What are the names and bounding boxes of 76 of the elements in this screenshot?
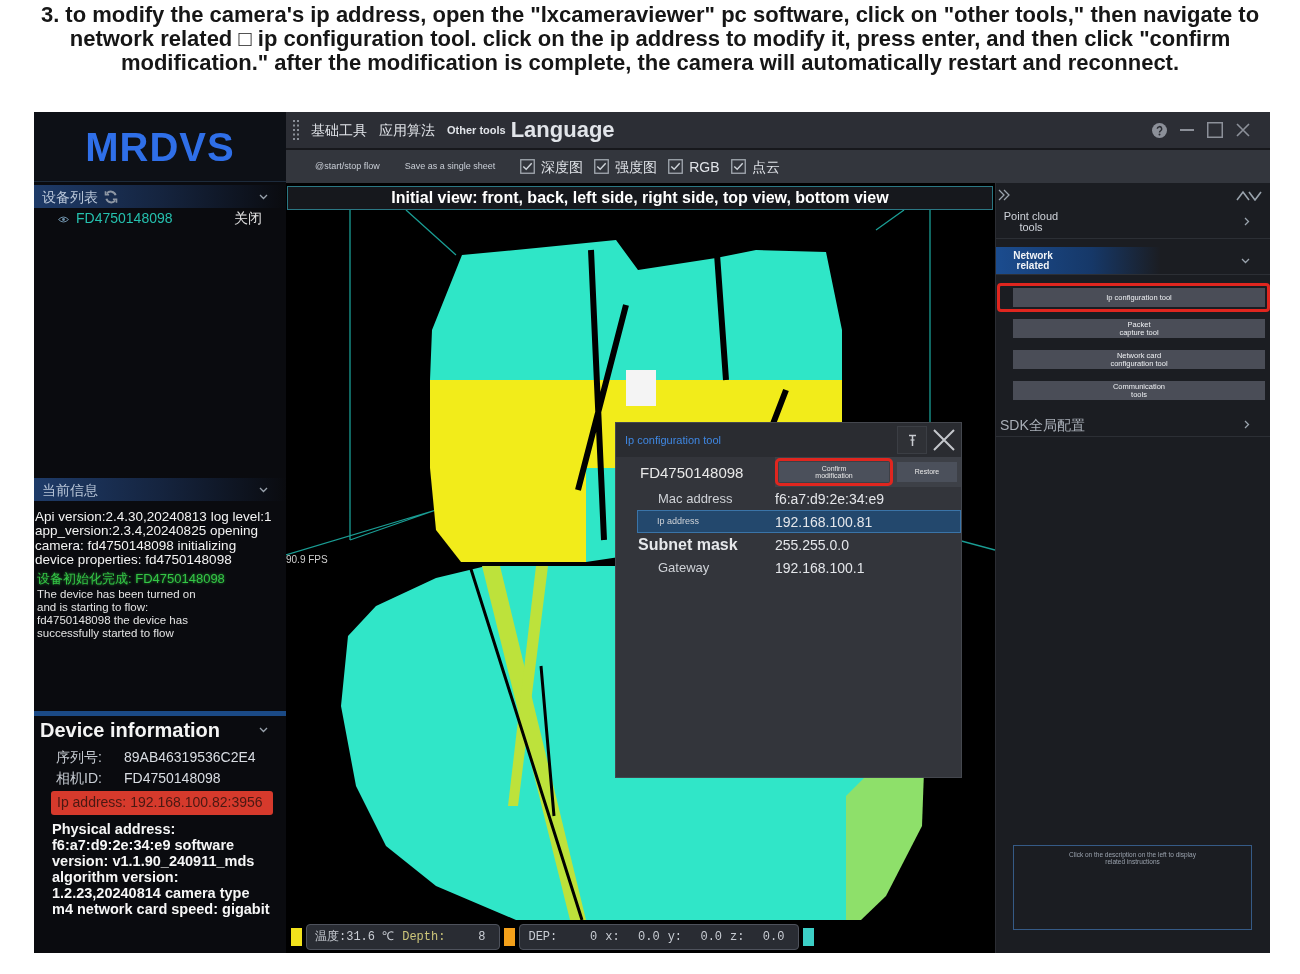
field-value: 89AB46319536C2E4 <box>124 749 256 766</box>
field-value: 192.168.100.82:3956 <box>130 795 263 811</box>
checkbox[interactable] <box>730 159 746 174</box>
up-down-chevron-icon[interactable] <box>1236 189 1262 201</box>
readout-value: 8 <box>477 930 486 943</box>
log-text: The device has been turned on and is starting to flow: fd4750148098 the device has successfully started to flow <box>37 587 197 640</box>
chevron-right-icon[interactable] <box>1244 217 1250 226</box>
table-row[interactable]: Ip address 192.168.100.81 <box>637 510 961 533</box>
field-label: Subnet mask <box>638 536 739 553</box>
dialog-title: Ip configuration tool <box>625 434 721 446</box>
checkbox[interactable] <box>668 159 684 174</box>
device-serial[interactable]: FD4750148098 <box>76 211 173 227</box>
double-chevron-icon[interactable] <box>998 189 1011 201</box>
readout-value: 0 <box>589 930 598 943</box>
device-details-text: Physical address: f6:a7:d9:2e:34:e9 software version: v1.1.90_240911_mds algorithm version: 1.2.23,20240814 camera type m4 network card speed: gigabit <box>52 821 271 917</box>
refresh-icon[interactable] <box>104 189 118 204</box>
readout-label: y: <box>667 930 683 943</box>
help-icon[interactable] <box>1152 122 1167 138</box>
grip-icon[interactable] <box>293 120 299 140</box>
pin-icon[interactable] <box>907 433 917 447</box>
checkbox-label[interactable]: 强度图 <box>615 159 658 174</box>
field-label: Ip address: <box>57 795 127 811</box>
table-row[interactable]: Gateway 192.168.100.1 <box>637 556 961 579</box>
field-value: FD4750148098 <box>124 770 221 787</box>
field-label: 相机ID: <box>56 770 103 787</box>
pin-button[interactable] <box>897 426 927 454</box>
readout-label: z: <box>730 930 745 943</box>
toolbar-button[interactable]: @start/stop flow <box>315 162 380 171</box>
close-icon[interactable] <box>1236 123 1250 137</box>
view-title-bar: Initial view: front, back, left side, right side, top view, bottom view <box>287 186 993 210</box>
menu-item[interactable]: Language <box>510 119 615 141</box>
menu-item[interactable]: 基础工具 <box>311 123 367 137</box>
table-row[interactable]: Mac address f6:a7:d9:2e:34:e9 <box>637 487 961 510</box>
field-label: 序列号: <box>56 749 103 766</box>
field-value: f6:a7:d9:2e:34:e9 <box>775 491 884 506</box>
chevron-down-icon[interactable] <box>259 486 268 493</box>
readout-value: 31.6 ℃ <box>346 930 395 943</box>
chevron-right-icon[interactable] <box>1244 420 1250 429</box>
field-label: Gateway <box>657 561 711 574</box>
readout-value: 0.0 <box>637 930 660 943</box>
menu-item[interactable]: Other tools <box>447 124 506 136</box>
checkbox-label[interactable]: 点云 <box>751 159 780 174</box>
checkbox[interactable] <box>594 159 610 174</box>
field-value: 255.255.0.0 <box>775 537 849 552</box>
field-value: 192.168.100.1 <box>775 560 865 575</box>
logo: MRDVS <box>85 126 235 167</box>
menu-item[interactable]: 应用算法 <box>379 123 435 137</box>
fps-counter: 90.9 FPS <box>286 555 328 565</box>
readout-label: 温度: <box>315 930 347 943</box>
device-name: FD4750148098 <box>639 464 745 480</box>
chevron-down-icon[interactable] <box>259 193 268 200</box>
readout-value: 0.0 <box>699 930 723 943</box>
close-icon[interactable] <box>933 429 955 451</box>
readout-label: x: <box>605 930 620 943</box>
chevron-down-icon[interactable] <box>259 727 268 733</box>
section-header[interactable]: Network related <box>996 247 1270 275</box>
maximize-icon[interactable] <box>1207 122 1223 138</box>
checkbox-label[interactable]: 深度图 <box>541 159 584 174</box>
field-label: Mac address <box>657 492 734 505</box>
close-device-button[interactable]: 关闭 <box>234 211 262 227</box>
field-value: 192.168.100.81 <box>775 514 873 529</box>
log-text: Api version:2.4.30,20240813 log level:1 app_version:2.3.4,20240825 opening camera: fd4750148098 initializing device properties: fd4750148098 <box>35 510 273 568</box>
eye-icon[interactable] <box>58 215 69 223</box>
checkbox[interactable] <box>520 159 536 174</box>
readout-label: DEP: <box>528 930 558 943</box>
section-header[interactable]: Point cloud tools <box>996 205 1270 239</box>
section-header[interactable]: SDK全局配置 <box>996 413 1270 437</box>
chevron-down-icon[interactable] <box>1241 257 1250 264</box>
readout-value: 0.0 <box>761 930 785 943</box>
readout-label: Depth: <box>402 930 446 943</box>
field-label: Ip address <box>656 517 701 526</box>
instruction-text: 3. to modify the camera's ip address, open the "lxcameraviewer" pc software, click on "other tools," then navigate to network related □ ip configuration tool. click on the ip address to modify it, press enter, and then click "confirm modification." after the modification is complete, the camera will automatically restart and reconnect. <box>39 3 1261 75</box>
checkbox-label[interactable]: RGB <box>689 159 720 174</box>
toolbar-button[interactable]: Save as a single sheet <box>404 162 496 171</box>
table-row[interactable]: Subnet mask 255.255.0.0 <box>637 533 961 556</box>
log-text: 设备初始化完成: FD4750148098 <box>37 569 226 587</box>
